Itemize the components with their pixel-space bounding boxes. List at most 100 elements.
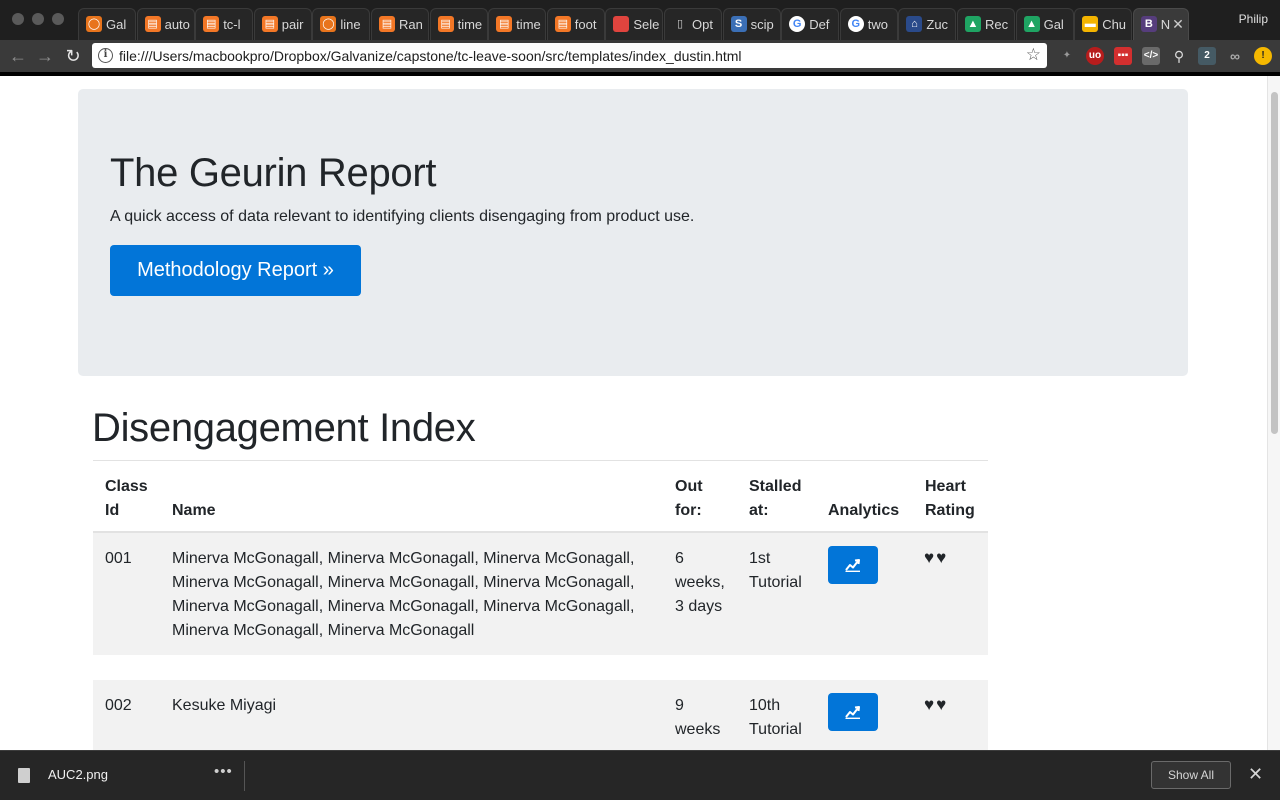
cell-stalled-at: 1st Tutorial (749, 550, 802, 591)
notebook-icon: ▤ (437, 16, 454, 32)
url-text[interactable]: file:///Users/macbookpro/Dropbox/Galvani… (119, 48, 742, 64)
tab-title: Chu (1102, 17, 1127, 32)
section-title: Disengagement Index (92, 406, 476, 450)
shelf-divider (244, 761, 245, 791)
browser-tab[interactable]: ▲ Rec (957, 8, 1015, 40)
browser-tab[interactable]: ▤ foot (546, 8, 605, 40)
maximize-window-icon[interactable] (52, 13, 64, 25)
tab-title: tc-l (223, 17, 241, 32)
table-header: Class Id Name Out for: Stalled at: Analytic… (93, 460, 988, 533)
notebook-icon: ▤ (554, 16, 571, 32)
tab-title: Ran (399, 17, 423, 32)
header-class-id: Class Id (105, 478, 148, 519)
tab-title: Zuc (926, 17, 949, 32)
browser-toolbar: ← → ↻ i file:///Users/macbookpro/Dropbox… (0, 40, 1280, 72)
close-tab-icon[interactable]: ✕ (1172, 16, 1184, 33)
drive-icon: ▲ (965, 16, 981, 32)
browser-tab[interactable]: ▤ tc-l (195, 8, 254, 40)
address-bar[interactable]: i file:///Users/macbookpro/Dropbox/Galva… (92, 43, 1047, 68)
browser-tab[interactable]: ▯ Opt (664, 8, 722, 40)
notebook-icon: ▤ (261, 16, 278, 32)
galvanize-icon: ◯ (320, 16, 337, 32)
extension-icon[interactable]: 2 (1198, 47, 1216, 65)
tab-title: scip (750, 17, 774, 32)
show-all-button[interactable]: Show All (1151, 761, 1231, 789)
scipy-icon: S (730, 16, 747, 32)
tab-title: two (867, 17, 889, 32)
notebook-icon: ▤ (144, 16, 161, 32)
close-shelf-icon[interactable]: ✕ (1248, 764, 1263, 785)
info-icon[interactable]: i (98, 48, 113, 63)
browser-tab[interactable]: ◯ Gal (78, 8, 136, 40)
analytics-button[interactable] (828, 693, 878, 731)
chart-line-icon (845, 559, 860, 572)
tab-title: Sele (633, 17, 660, 32)
alert-extension-icon[interactable]: ! (1254, 47, 1272, 65)
analytics-button[interactable] (828, 546, 878, 584)
document-icon: ▯ (676, 18, 684, 30)
extension-icon[interactable]: ▪▪▪ (1114, 47, 1132, 65)
browser-tab[interactable]: ▲ Gal (1015, 8, 1074, 40)
browser-tab[interactable]: G Def (781, 8, 840, 40)
download-file-name[interactable]: AUC2.png (48, 767, 108, 782)
search-extension-icon[interactable]: ⚲ (1170, 47, 1188, 65)
back-arrow-icon[interactable]: ← (7, 45, 29, 67)
slides-icon: ▬ (1082, 16, 1099, 32)
browser-tab-strip: ◯ Gal ▤ auto ▤ tc-l ▤ pair ◯ line ▤ Ran ▤ time ▤ time ▤ f… (0, 0, 1280, 40)
notebook-icon: ▤ (496, 16, 513, 32)
page-content: The Geurin Report A quick access of data… (0, 76, 1267, 750)
disengagement-table: Class Id Name Out for: Stalled at: Analytic… (93, 460, 988, 750)
file-icon (18, 768, 30, 783)
jumbotron: The Geurin Report A quick access of data… (78, 89, 1188, 376)
tab-title: Def (809, 17, 830, 32)
tab-title: Gal (106, 17, 127, 32)
header-out-for: Out for: (675, 478, 703, 519)
cell-out-for: 6 weeks, 3 days (675, 550, 725, 615)
notebook-icon: ▤ (379, 16, 395, 32)
header-name: Name (172, 502, 216, 519)
tab-title: Gal (1043, 17, 1064, 32)
chart-line-icon (845, 706, 860, 719)
glasses-extension-icon[interactable]: ∞ (1226, 47, 1244, 65)
forward-arrow-icon[interactable]: → (34, 45, 56, 67)
tab-title: line (340, 17, 361, 32)
minimize-window-icon[interactable] (32, 13, 44, 25)
browser-tab[interactable]: ⌂ Zuc (898, 8, 957, 40)
browser-tab[interactable]: ◯ line (312, 8, 371, 40)
page-scrollbar[interactable] (1267, 76, 1280, 750)
ublock-icon[interactable]: uo (1086, 47, 1104, 65)
download-options-icon[interactable]: ••• (214, 763, 233, 780)
tab-title: auto (164, 17, 190, 32)
browser-tab[interactable]: ▤ pair (253, 8, 312, 40)
browser-tab[interactable]: ▬ Chu (1074, 8, 1133, 40)
browser-tab[interactable]: Gtwo (839, 8, 898, 40)
table-row: 002 Kesuke Miyagi 9 weeks 10th Tutorial ♥♥ (93, 680, 988, 750)
browser-tab[interactable]: ▤ auto (136, 8, 195, 40)
table-row: 001 Minerva McGonagall, Minerva McGonagal… (93, 533, 988, 655)
reload-icon[interactable]: ↻ (62, 45, 84, 67)
page-title: The Geurin Report (110, 151, 437, 195)
code-extension-icon[interactable]: </> (1142, 47, 1160, 65)
extension-icon[interactable]: ✦ (1058, 47, 1076, 65)
cell-name: Kesuke Miyagi (172, 697, 277, 714)
tab-title: N (1160, 17, 1171, 32)
galvanize-icon: ◯ (86, 16, 102, 32)
page-lead: A quick access of data relevant to ident… (110, 208, 695, 225)
browser-tab[interactable]: ▤ time (488, 8, 547, 40)
browser-tab[interactable]: Sscip (722, 8, 781, 40)
browser-tab[interactable]: ▤ Ran (371, 8, 429, 40)
cell-class-id: 001 (105, 550, 132, 567)
close-window-icon[interactable] (12, 13, 24, 25)
tab-title: time (457, 17, 483, 32)
header-analytics: Analytics (828, 502, 900, 519)
tab-active[interactable]: B N ✕ (1132, 8, 1189, 40)
methodology-report-button[interactable]: Methodology Report » (110, 245, 361, 296)
bookmark-star-icon[interactable]: ☆ (1026, 45, 1041, 65)
browser-tab[interactable]: Sele (605, 8, 664, 40)
profile-name[interactable]: Philip (1239, 12, 1268, 26)
browser-tab[interactable]: ▤ time (429, 8, 488, 40)
download-shelf: AUC2.png ••• Show All ✕ (0, 750, 1280, 800)
scrollbar-thumb[interactable] (1271, 92, 1278, 434)
bootstrap-icon: B (1140, 16, 1157, 32)
cell-out-for: 9 weeks (675, 697, 721, 738)
